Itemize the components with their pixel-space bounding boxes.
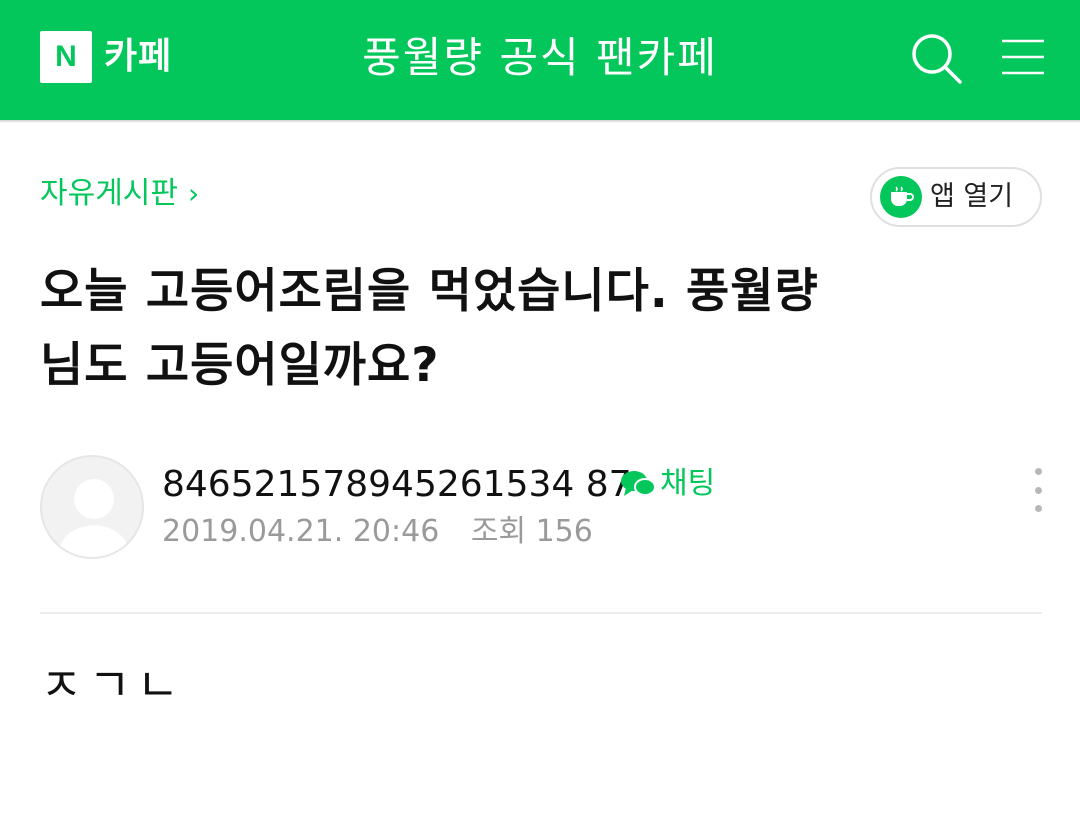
- top-bar-shadow: [0, 120, 1080, 123]
- post-meta: 2019.04.21. 20:46 조회 156: [162, 512, 593, 552]
- board-name: 자유게시판: [40, 176, 178, 211]
- menu-icon[interactable]: [1000, 34, 1046, 80]
- cafe-title[interactable]: 풍월량 공식 팬카페: [250, 30, 830, 86]
- more-dot: [1034, 505, 1042, 512]
- view-count: 조회 156: [470, 514, 593, 549]
- top-app-bar: N 카페 풍월량 공식 팬카페: [0, 0, 1080, 120]
- post-body: ㅈㄱㄴ: [40, 658, 185, 712]
- chevron-right-icon: ›: [188, 177, 200, 210]
- post-date: 2019.04.21. 20:46: [162, 514, 440, 549]
- cafe-logo-text[interactable]: 카페: [104, 34, 172, 80]
- naver-logo-letter: N: [55, 40, 77, 73]
- default-profile-icon: [56, 479, 132, 557]
- post-title: 오늘 고등어조림을 먹었습니다. 풍월량 님도 고등어일까요?: [40, 264, 819, 393]
- more-dot: [1034, 468, 1042, 475]
- content-divider: [40, 612, 1042, 614]
- naver-logo[interactable]: N: [40, 31, 92, 83]
- chat-button[interactable]: 채팅: [620, 464, 715, 504]
- author-avatar[interactable]: [40, 455, 144, 559]
- chat-bubble-icon: [621, 471, 656, 496]
- author-nickname[interactable]: 846521578945261534 87: [162, 462, 632, 508]
- open-app-label: 앱 열기: [930, 181, 1014, 212]
- more-dot: [1034, 486, 1042, 494]
- more-options-icon[interactable]: [1024, 468, 1052, 512]
- search-icon[interactable]: [908, 30, 964, 86]
- cafe-cup-icon: [880, 176, 922, 218]
- board-breadcrumb-link[interactable]: 자유게시판 ›: [40, 172, 199, 216]
- open-app-button[interactable]: 앱 열기: [870, 167, 1042, 227]
- chat-label: 채팅: [660, 466, 716, 501]
